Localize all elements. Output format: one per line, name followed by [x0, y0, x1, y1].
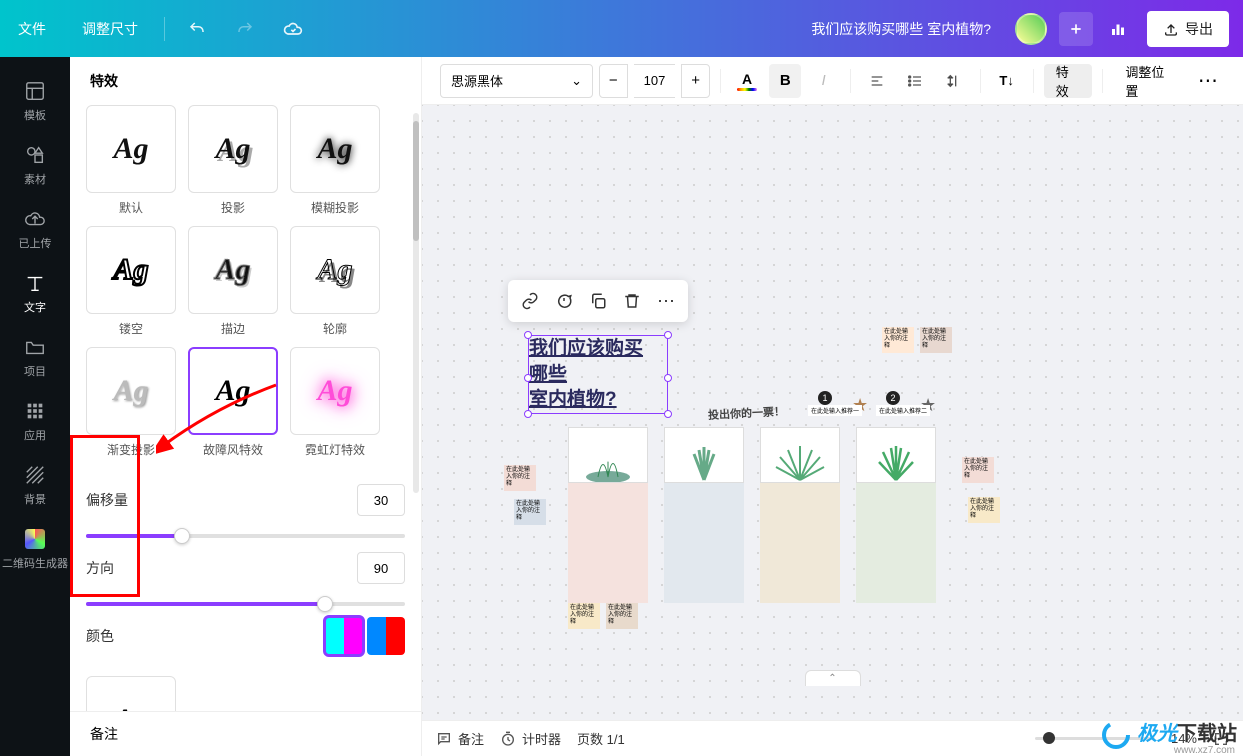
sticky-note[interactable]: 在此处输入你的注释 — [962, 457, 994, 483]
font-select[interactable]: 思源黑体⌄ — [440, 64, 593, 98]
text-icon — [23, 271, 47, 295]
position-pill[interactable]: 调整位置 — [1113, 64, 1186, 98]
effect-gradient[interactable]: Ag渐变投影 — [86, 347, 176, 458]
sticky-note[interactable]: 在此处输入你的注释 — [968, 497, 1000, 523]
text-color[interactable]: A — [731, 64, 763, 98]
plant-card-2[interactable] — [664, 427, 744, 493]
sticky-note[interactable]: 在此处输入你的注释 — [606, 603, 638, 629]
effect-background[interactable]: Ag背景 — [86, 676, 176, 711]
document-title[interactable]: 我们应该购买哪些 室内植物? — [317, 19, 1007, 39]
plant-card-3[interactable] — [760, 427, 840, 493]
copy-icon[interactable] — [586, 289, 610, 313]
notes-section[interactable]: 备注 — [70, 711, 421, 756]
font-size-minus[interactable]: − — [599, 64, 628, 98]
rail-background[interactable]: 背景 — [0, 453, 70, 517]
effects-pill[interactable]: 特效 — [1044, 64, 1093, 98]
side-rail: 模板 素材 已上传 文字 项目 应用 背景 二维码生成器 — [0, 57, 70, 756]
panel-title: 特效 — [70, 57, 421, 105]
effect-shadow[interactable]: Ag投影 — [188, 105, 278, 216]
effect-default[interactable]: Ag默认 — [86, 105, 176, 216]
panel-scrollbar[interactable] — [413, 113, 419, 493]
share-add-button[interactable] — [1059, 12, 1093, 46]
analytics-icon[interactable] — [1101, 12, 1135, 46]
strip-1: 在此处输入推荐一 — [808, 405, 862, 416]
projects-icon — [23, 335, 47, 359]
direction-control: 方向 — [86, 544, 405, 592]
offset-control: 偏移量 — [86, 476, 405, 524]
redo-icon[interactable] — [225, 9, 265, 49]
color-swatch-blue-red[interactable] — [367, 617, 405, 655]
color-control: 颜色 — [86, 612, 405, 660]
file-menu[interactable]: 文件 — [0, 0, 64, 57]
sticky-note[interactable]: 在此处输入你的注释 — [920, 327, 952, 353]
sticky-note[interactable]: 在此处输入你的注释 — [504, 465, 536, 491]
rail-projects[interactable]: 项目 — [0, 325, 70, 389]
font-size-value[interactable]: 107 — [634, 64, 676, 98]
undo-icon[interactable] — [177, 9, 217, 49]
export-button[interactable]: 导出 — [1147, 11, 1229, 47]
effect-glitch[interactable]: Ag故障风特效 — [188, 347, 278, 458]
export-label: 导出 — [1185, 19, 1213, 39]
rail-elements[interactable]: 素材 — [0, 133, 70, 197]
rail-uploads[interactable]: 已上传 — [0, 197, 70, 261]
offset-slider[interactable] — [86, 534, 405, 538]
effects-panel: 特效 Ag默认 Ag投影 Ag模糊投影 Ag镂空 Ag描边 Ag轮廓 Ag渐变投… — [70, 57, 422, 756]
bold-button[interactable]: B — [769, 64, 801, 98]
templates-icon — [23, 79, 47, 103]
align-button[interactable] — [861, 64, 893, 98]
page-handle[interactable]: ⌃ — [805, 670, 861, 686]
direction-input[interactable] — [357, 552, 405, 584]
effect-hollow[interactable]: Ag镂空 — [86, 226, 176, 337]
list-button[interactable] — [899, 64, 931, 98]
font-size-plus[interactable]: + — [681, 64, 710, 98]
sticky-note[interactable]: 在此处输入你的注释 — [568, 603, 600, 629]
rail-apps[interactable]: 应用 — [0, 389, 70, 453]
spacing-button[interactable] — [937, 64, 969, 98]
context-toolbar: 思源黑体⌄ − 107 + A B I T↓ 特效 调整位置 ⋯ — [422, 57, 1243, 105]
floating-toolbar: ⋯ — [508, 280, 688, 322]
more-menu-icon[interactable]: ⋯ — [654, 289, 678, 313]
badge-2: 2 — [886, 391, 900, 405]
apps-icon — [23, 399, 47, 423]
cloud-sync-icon[interactable] — [273, 9, 313, 49]
canvas-area[interactable]: ⋯ 我们应该购买哪些室内植物? 投出你的一票！ 1 ★ 2 ★ 在此处输入推荐一… — [422, 105, 1243, 720]
delete-icon[interactable] — [620, 289, 644, 313]
sticky-note[interactable]: 在此处输入你的注释 — [882, 327, 914, 353]
effect-stroke[interactable]: Ag描边 — [188, 226, 278, 337]
effect-outline[interactable]: Ag轮廓 — [290, 226, 380, 337]
strip-2: 在此处输入推荐二 — [876, 405, 930, 416]
qr-icon — [23, 527, 47, 551]
uploads-icon — [23, 207, 47, 231]
offset-input[interactable] — [357, 484, 405, 516]
top-bar: 文件 调整尺寸 我们应该购买哪些 室内植物? 导出 — [0, 0, 1243, 57]
more-icon[interactable]: ⋯ — [1193, 64, 1225, 98]
effect-neon[interactable]: Ag霓虹灯特效 — [290, 347, 380, 458]
sticky-note[interactable]: 在此处输入你的注释 — [514, 499, 546, 525]
effects-grid: Ag默认 Ag投影 Ag模糊投影 Ag镂空 Ag描边 Ag轮廓 Ag渐变投影 A… — [86, 105, 405, 458]
rail-qr[interactable]: 二维码生成器 — [0, 517, 70, 581]
timer-button[interactable]: 计时器 — [500, 729, 561, 748]
avatar[interactable] — [1015, 13, 1047, 45]
plant-card-1[interactable] — [568, 427, 648, 493]
comment-icon[interactable] — [552, 289, 576, 313]
plant-card-4[interactable] — [856, 427, 936, 493]
notes-button[interactable]: 备注 — [436, 729, 484, 748]
rail-text[interactable]: 文字 — [0, 261, 70, 325]
pages-indicator[interactable]: 页数 1/1 — [577, 729, 625, 748]
resize-menu[interactable]: 调整尺寸 — [64, 0, 156, 57]
selected-text-box[interactable]: 我们应该购买哪些室内植物? — [528, 335, 668, 414]
vertical-text-button[interactable]: T↓ — [990, 64, 1022, 98]
background-icon — [23, 463, 47, 487]
badge-1: 1 — [818, 391, 832, 405]
rail-templates[interactable]: 模板 — [0, 69, 70, 133]
elements-icon — [23, 143, 47, 167]
watermark-url: www.xz7.com — [1174, 745, 1235, 756]
effect-blur-shadow[interactable]: Ag模糊投影 — [290, 105, 380, 216]
link-icon[interactable] — [518, 289, 542, 313]
color-swatch-cyan-magenta[interactable] — [325, 617, 363, 655]
direction-slider[interactable] — [86, 602, 405, 606]
italic-button[interactable]: I — [807, 64, 839, 98]
chevron-down-icon: ⌄ — [571, 73, 582, 89]
